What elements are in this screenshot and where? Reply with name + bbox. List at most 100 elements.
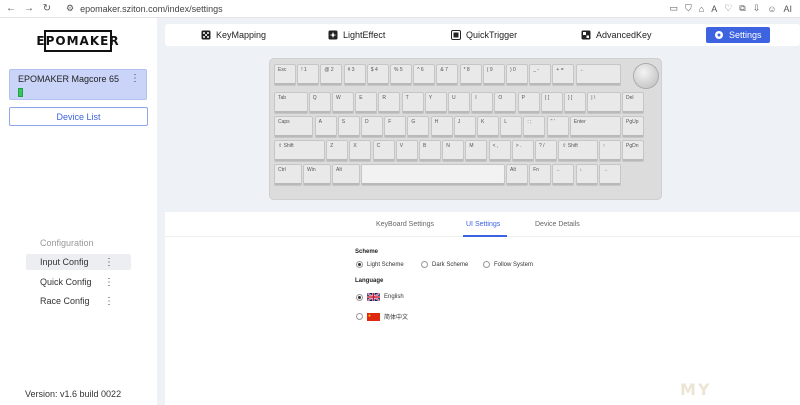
keyboard-key[interactable]: D [361, 116, 383, 138]
radio-light-scheme[interactable] [356, 261, 363, 268]
keyboard-key[interactable]: { [ [540, 92, 563, 114]
keyboard-key[interactable]: > . [511, 140, 534, 162]
language-option-chinese[interactable]: 简体中文 [356, 312, 408, 321]
radio-follow-system[interactable] [483, 261, 490, 268]
ai-icon[interactable]: AI [783, 4, 792, 14]
keyboard-key[interactable]: + = [552, 64, 575, 86]
scheme-option-system[interactable]: Follow System [483, 261, 533, 268]
profile-icon[interactable]: ☺ [767, 4, 776, 14]
subtab-device-details[interactable]: Device Details [535, 221, 580, 228]
keyboard-key[interactable]: ← [575, 64, 621, 86]
tab-quicktrigger[interactable]: QuickTrigger [445, 27, 523, 43]
keyboard-key[interactable]: ⇧ Shift [274, 140, 325, 162]
keyboard-key[interactable]: # 3 [343, 64, 366, 86]
keyboard-key[interactable]: X [349, 140, 372, 162]
forward-icon[interactable]: → [24, 3, 34, 14]
config-item-quick[interactable]: Quick Config ⋮ [26, 274, 131, 290]
keyboard-key[interactable]: P [517, 92, 540, 114]
keyboard-key[interactable]: S [337, 116, 360, 138]
keyboard-key[interactable]: * 8 [459, 64, 482, 86]
keyboard-key[interactable]: K [477, 116, 499, 138]
device-list-button[interactable]: Device List [9, 107, 148, 126]
subtab-keyboard-settings[interactable]: KeyBoard Settings [376, 221, 434, 228]
back-icon[interactable]: ← [6, 3, 16, 14]
keyboard-key[interactable]: } ] [564, 92, 586, 114]
keyboard-key[interactable]: | \ [587, 92, 621, 114]
keyboard-key[interactable]: Alt [332, 164, 360, 186]
favorite-icon[interactable]: ♡ [724, 3, 732, 14]
keyboard-key[interactable]: C [372, 140, 395, 162]
keyboard-key[interactable]: PgDn [622, 140, 644, 162]
keyboard-key[interactable]: L [500, 116, 523, 138]
keyboard-key[interactable] [361, 164, 505, 186]
keyboard-key[interactable]: Alt [506, 164, 528, 186]
keyboard-key[interactable]: ( 9 [482, 64, 505, 86]
keyboard-key[interactable]: @ 2 [320, 64, 343, 86]
keyboard-key[interactable]: : ; [523, 116, 546, 138]
reload-icon[interactable]: ↻ [42, 3, 52, 14]
keyboard-key[interactable]: & 7 [436, 64, 459, 86]
keyboard-key[interactable]: T [401, 92, 424, 114]
keyboard-key[interactable]: Q [308, 92, 331, 114]
keyboard-key[interactable]: I [471, 92, 494, 114]
keyboard-key[interactable]: M [465, 140, 488, 162]
device-more-icon[interactable]: ⋮ [130, 73, 140, 84]
device-card[interactable]: EPOMAKER Magcore 65 ⋮ [9, 69, 147, 100]
keyboard-key[interactable]: N [442, 140, 465, 162]
keyboard-key[interactable]: PgUp [622, 116, 644, 138]
keyboard-key[interactable]: $ 4 [366, 64, 389, 86]
keyboard-key[interactable]: F [384, 116, 407, 138]
keyboard-key[interactable]: Ctrl [274, 164, 302, 186]
keyboard-key[interactable]: Y [424, 92, 447, 114]
keyboard-key[interactable]: _ - [529, 64, 552, 86]
keyboard-key[interactable]: H [430, 116, 453, 138]
volume-knob[interactable] [634, 64, 658, 88]
keyboard-key[interactable]: ! 1 [297, 64, 320, 86]
radio-english[interactable] [356, 293, 363, 301]
keyboard-key[interactable]: " ' [546, 116, 569, 138]
keyboard-key[interactable]: % 5 [390, 64, 412, 86]
keyboard-key[interactable]: < , [488, 140, 511, 162]
config-item-race[interactable]: Race Config ⋮ [26, 293, 131, 309]
keyboard-key[interactable]: Esc [274, 64, 296, 86]
keyboard-key[interactable]: Win [303, 164, 331, 186]
config-item-input[interactable]: Input Config ⋮ [26, 254, 131, 270]
scheme-option-dark[interactable]: Dark Scheme [421, 261, 468, 268]
config-more-icon[interactable]: ⋮ [104, 277, 114, 288]
tab-lighteffect[interactable]: LightEffect [322, 27, 391, 43]
cast-icon[interactable]: ▭ [669, 3, 678, 14]
keyboard-key[interactable]: E [355, 92, 378, 114]
radio-dark-scheme[interactable] [421, 261, 428, 268]
keyboard-key[interactable]: ) 0 [506, 64, 528, 86]
address-bar[interactable]: ⚙ epomaker.sziton.com/index/settings [66, 3, 669, 14]
keyboard-key[interactable]: A [314, 116, 337, 138]
keyboard-key[interactable]: ← [552, 164, 575, 186]
subtab-ui-settings[interactable]: UI Settings [466, 221, 500, 228]
language-option-english[interactable]: English [356, 292, 404, 302]
site-info-icon[interactable]: ⚙ [66, 3, 74, 14]
keyboard-key[interactable]: U [448, 92, 470, 114]
keyboard-key[interactable]: ↑ [598, 140, 621, 162]
keyboard-key[interactable]: J [453, 116, 476, 138]
tab-advancedkey[interactable]: AdvancedKey [575, 27, 658, 43]
translate-icon[interactable]: A [711, 4, 717, 14]
extensions-icon[interactable]: ⧉ [739, 3, 745, 14]
keyboard-key[interactable]: ? / [535, 140, 557, 162]
keyboard-key[interactable]: ⇧ Shift [558, 140, 598, 162]
keyboard-key[interactable]: Caps [274, 116, 314, 138]
keyboard-key[interactable]: B [419, 140, 441, 162]
tab-keymapping[interactable]: KeyMapping [195, 27, 272, 43]
keyboard-key[interactable]: Fn [529, 164, 552, 186]
keyboard-key[interactable]: Del [622, 92, 644, 114]
keyboard-key[interactable]: Tab [274, 92, 308, 114]
keyboard-key[interactable]: ↓ [575, 164, 598, 186]
keyboard-key[interactable]: G [407, 116, 430, 138]
config-more-icon[interactable]: ⋮ [104, 296, 114, 307]
keyboard-key[interactable]: W [332, 92, 354, 114]
radio-chinese[interactable] [356, 313, 363, 320]
shield-icon[interactable]: ⛉ [685, 3, 692, 14]
tab-settings[interactable]: Settings [706, 27, 770, 43]
bookmark-icon[interactable]: ⌂ [699, 4, 704, 14]
keyboard-key[interactable]: Z [326, 140, 349, 162]
keyboard-key[interactable]: O [494, 92, 517, 114]
